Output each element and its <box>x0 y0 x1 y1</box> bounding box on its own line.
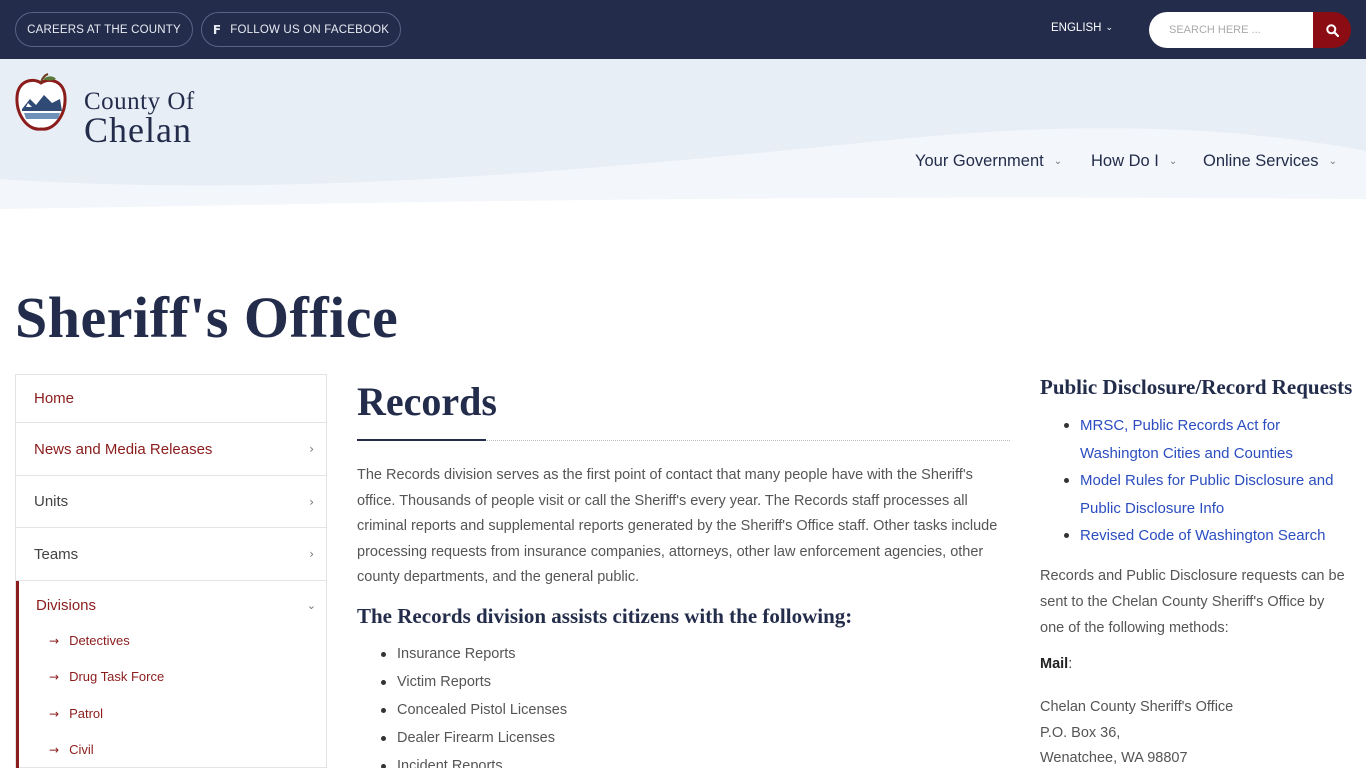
mrsc-link[interactable]: MRSC, Public Records Act for Washington … <box>1080 417 1293 462</box>
sidebar-item-label: Home <box>34 390 75 407</box>
chevron-right-icon: › <box>309 547 314 561</box>
list-item: Concealed Pistol Licenses <box>380 699 567 727</box>
sidebar-subitem-civil[interactable]: → Civil <box>49 742 94 757</box>
language-label: English <box>1051 22 1102 34</box>
sidebar-item-units[interactable]: Units › <box>16 476 326 528</box>
facebook-link[interactable]: f Follow us on Facebook <box>201 12 401 47</box>
list-item: Victim Reports <box>380 671 567 699</box>
arrow-right-icon: → <box>49 669 60 684</box>
sidebar-item-divisions: Divisions ⌄ → Detectives → Drug Task For… <box>16 581 326 768</box>
mail-label: Mail: <box>1040 656 1073 672</box>
sidebar-subitem-drug-task-force[interactable]: → Drug Task Force <box>49 669 164 684</box>
chevron-down-icon[interactable]: ⌄ <box>307 599 316 612</box>
sidebar-item-label: News and Media Releases <box>34 440 213 458</box>
assist-list: Insurance Reports Victim Reports Conceal… <box>380 643 567 768</box>
chevron-right-icon: › <box>309 494 314 509</box>
arrow-right-icon: → <box>49 706 60 721</box>
sidebar-nav: Home News and Media Releases › Units › T… <box>15 374 327 768</box>
list-item: Revised Code of Washington Search <box>1064 522 1350 550</box>
rcw-search-link[interactable]: Revised Code of Washington Search <box>1080 527 1325 544</box>
chevron-right-icon: › <box>309 442 314 456</box>
language-selector[interactable]: English ⌄ <box>1051 22 1113 34</box>
intro-paragraph: The Records division serves as the first… <box>357 467 998 586</box>
list-item: Incident Reports <box>380 755 567 768</box>
list-item: Dealer Firearm Licenses <box>380 727 567 755</box>
section-title: Records <box>357 379 497 424</box>
disclosure-heading: Public Disclosure/Record Requests <box>1040 375 1353 399</box>
page-title: Sheriff's Office <box>15 285 399 350</box>
list-item: MRSC, Public Records Act for Washington … <box>1064 412 1350 467</box>
county-logo[interactable]: County Of Chelan <box>14 73 214 148</box>
address-line: Wenatchee, WA 98807 <box>1040 750 1188 766</box>
chevron-down-icon: ⌄ <box>1105 23 1114 33</box>
apple-seal-icon <box>15 73 67 131</box>
logo-line-2: Chelan <box>84 110 192 150</box>
nav-label: How Do I <box>1091 152 1159 170</box>
mailing-address: Chelan County Sheriff's Office P.O. Box … <box>1040 695 1233 768</box>
model-rules-link[interactable]: Model Rules for Public Disclosure and Pu… <box>1080 472 1333 517</box>
logo-text: County Of Chelan <box>84 89 195 148</box>
sidebar-item-teams[interactable]: Teams › <box>16 528 326 581</box>
arrow-right-icon: → <box>49 742 60 757</box>
disclosure-text: Records and Public Disclosure requests c… <box>1040 568 1345 636</box>
search-icon <box>1325 23 1339 37</box>
list-item: Insurance Reports <box>380 643 567 671</box>
top-bar: Careers at the County f Follow us on Fac… <box>0 0 1366 59</box>
address-line: Chelan County Sheriff's Office <box>1040 699 1234 715</box>
sidebar-subitem-label: Patrol <box>69 706 104 721</box>
nav-label: Your Government <box>915 152 1044 170</box>
sidebar-item-news[interactable]: News and Media Releases › <box>16 423 326 476</box>
address-line: P.O. Box 36, <box>1040 724 1121 741</box>
search-button[interactable] <box>1313 12 1351 48</box>
nav-how-do-i[interactable]: How Do I ⌄ <box>1091 152 1177 171</box>
chevron-down-icon: ⌄ <box>1053 156 1063 167</box>
list-item: Model Rules for Public Disclosure and Pu… <box>1064 467 1350 522</box>
sidebar-subitem-label: Civil <box>69 742 94 757</box>
sidebar-subitem-detectives[interactable]: → Detectives <box>49 633 130 648</box>
facebook-label: Follow us on Facebook <box>230 23 390 36</box>
disclosure-links: MRSC, Public Records Act for Washington … <box>1064 412 1350 550</box>
sidebar-divisions-toggle[interactable]: Divisions <box>36 597 96 614</box>
mail-label-text: Mail <box>1040 656 1069 672</box>
arrow-right-icon: → <box>49 633 60 648</box>
sidebar-item-label: Teams <box>34 545 79 563</box>
careers-label: Careers at the County <box>27 23 181 36</box>
nav-online-services[interactable]: Online Services ⌄ <box>1203 152 1337 171</box>
sidebar-subitem-patrol[interactable]: → Patrol <box>49 706 103 721</box>
chevron-down-icon: ⌄ <box>1168 156 1178 167</box>
chevron-down-icon: ⌄ <box>1328 156 1337 167</box>
assist-heading: The Records division assists citizens wi… <box>357 604 853 628</box>
search-input[interactable] <box>1149 12 1314 48</box>
sidebar-item-label: Units <box>34 493 69 510</box>
facebook-icon: f <box>212 22 222 37</box>
sidebar-item-home[interactable]: Home <box>16 375 326 423</box>
site-header: County Of Chelan Your Government ⌄ How D… <box>0 59 1366 219</box>
nav-label: Online Services <box>1203 152 1319 170</box>
careers-link[interactable]: Careers at the County <box>15 12 193 47</box>
title-underline <box>357 439 486 441</box>
nav-your-government[interactable]: Your Government ⌄ <box>915 152 1062 171</box>
sidebar-subitem-label: Drug Task Force <box>69 669 165 684</box>
sidebar-subitem-label: Detectives <box>69 633 130 648</box>
